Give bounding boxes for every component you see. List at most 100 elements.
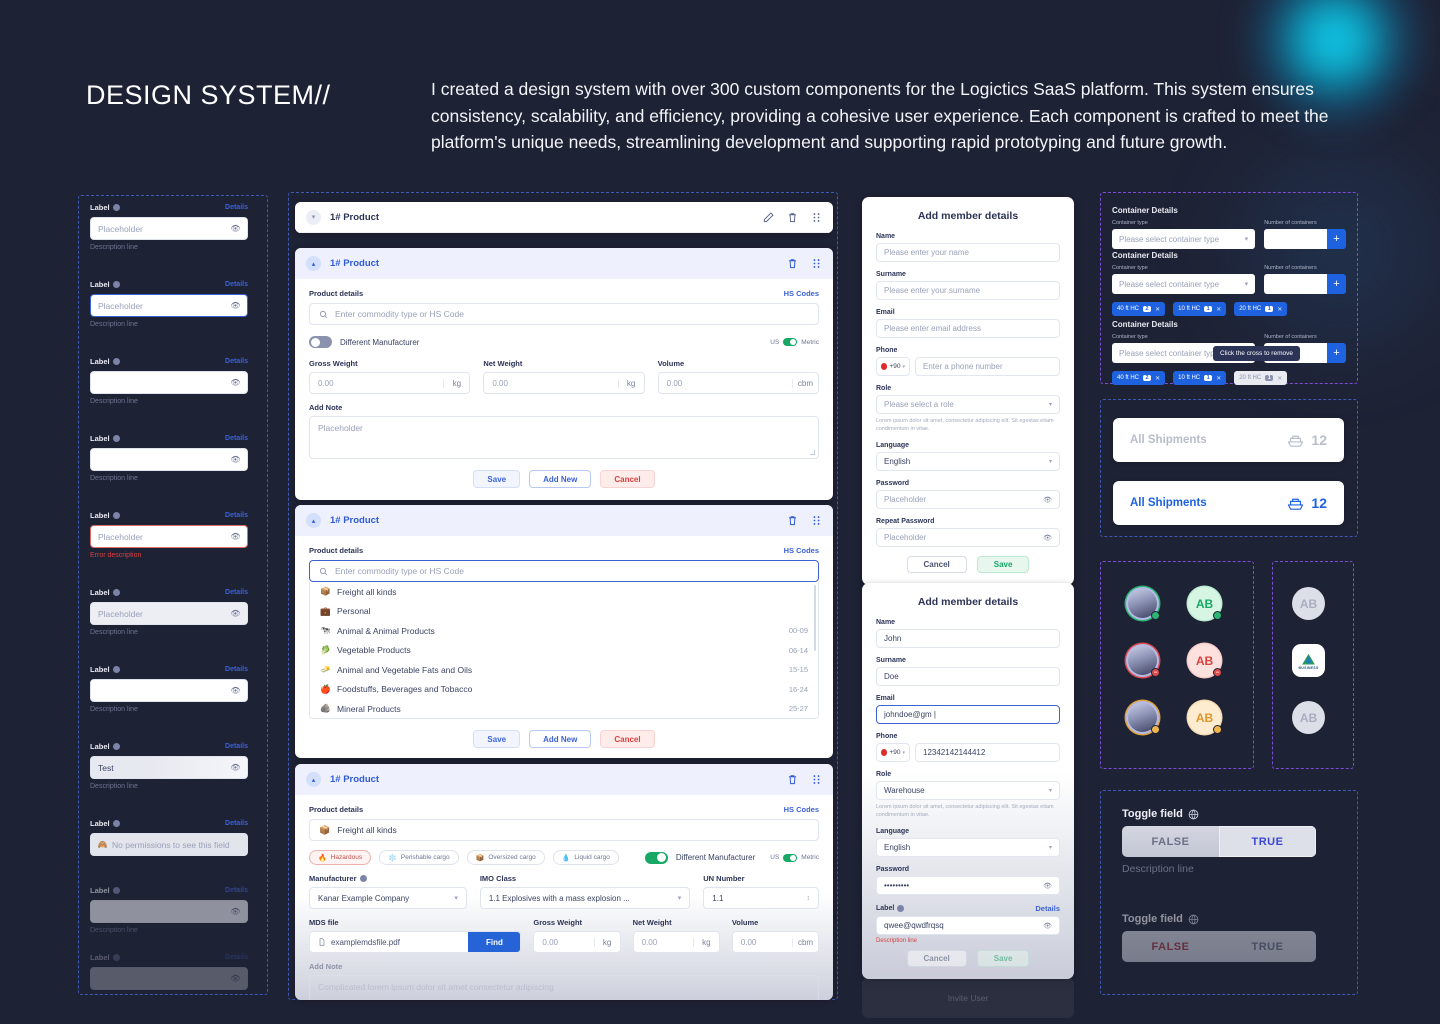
add-note-textarea[interactable]: Complicated lorem ipsum dolor sit amet c… [309, 975, 819, 1000]
different-manufacturer-toggle[interactable] [644, 851, 668, 864]
name-field[interactable]: John [876, 629, 1060, 648]
cancel-button[interactable]: Cancel [906, 950, 967, 967]
save-button[interactable]: Save [473, 730, 521, 748]
eye-icon[interactable]: 👁 [1043, 882, 1052, 890]
text-field[interactable]: Placeholder 👁 [90, 525, 248, 548]
add-note-textarea[interactable]: Placeholder [309, 416, 819, 459]
stepper-icon[interactable]: ↕ [807, 895, 811, 902]
close-icon[interactable]: ✕ [1155, 375, 1160, 382]
password-field[interactable]: Placeholder 👁 [876, 490, 1060, 509]
field-details-link[interactable]: Details [225, 435, 248, 442]
eye-icon[interactable]: 👁 [1043, 922, 1052, 930]
hs-codes-link[interactable]: HS Codes [784, 546, 819, 555]
add-new-button[interactable]: Add New [529, 730, 592, 748]
close-icon[interactable]: ✕ [1216, 306, 1221, 313]
surname-field[interactable]: Please enter your surname [876, 281, 1060, 300]
product-card-dropdown-open[interactable]: ▴ 1# Product Product details HS Codes En… [295, 505, 833, 758]
text-field[interactable]: 👁 [90, 448, 248, 471]
surname-field[interactable]: Doe [876, 667, 1060, 686]
invite-user-card[interactable]: Invite User [862, 978, 1074, 1018]
field-details-link[interactable]: Details [225, 358, 248, 365]
avatar-initials-plain[interactable]: AB [1292, 587, 1325, 620]
eye-icon[interactable]: 👁 [230, 974, 240, 983]
language-select[interactable]: English ▾ [876, 838, 1060, 857]
unit-system-toggle[interactable]: US Metric [770, 853, 819, 862]
product-card-filled[interactable]: ▴ 1# Product Product details HS Codes 📦 … [295, 764, 833, 1000]
toggle-true-button[interactable]: TRUE [1219, 826, 1316, 857]
avatar-initials[interactable]: AB [1188, 701, 1222, 734]
avatar-photo[interactable]: − [1126, 644, 1160, 677]
field-details-link[interactable]: Details [225, 204, 248, 211]
product-card-collapsed[interactable]: ▾ 1# Product [295, 202, 833, 233]
drag-handle-icon[interactable] [811, 258, 822, 269]
chevron-down-icon[interactable]: ▾ [306, 209, 321, 225]
eye-icon[interactable]: 👁 [230, 763, 240, 772]
edit-icon[interactable] [763, 211, 774, 223]
repeat-password-field[interactable]: Placeholder 👁 [876, 528, 1060, 547]
add-container-button[interactable]: + [1327, 343, 1346, 363]
dropdown-item[interactable]: 🧈 Animal and Vegetable Fats and Oils 15-15 [310, 660, 818, 680]
toggle-button-group[interactable]: FALSE TRUE [1122, 931, 1316, 962]
text-field[interactable]: Placeholder 👁 [90, 602, 248, 625]
product-card-expanded[interactable]: ▴ 1# Product Product details HS Codes En… [295, 248, 833, 500]
gross-weight-input[interactable]: 0.00 kg [309, 372, 471, 394]
cancel-button[interactable]: Cancel [600, 470, 655, 488]
chevron-up-icon[interactable]: ▴ [306, 772, 321, 787]
email-field[interactable]: Please enter email address [876, 319, 1060, 338]
country-code-select[interactable]: +90 ▾ [876, 357, 910, 376]
drag-handle-icon[interactable] [811, 774, 822, 785]
save-button[interactable]: Save [473, 470, 521, 488]
close-icon[interactable]: ✕ [1277, 375, 1282, 382]
find-button[interactable]: Find [468, 932, 521, 952]
container-tag[interactable]: 40 ft HC 2 ✕ [1112, 371, 1166, 385]
cargo-tag[interactable]: 🔥 Hazardous [309, 850, 372, 865]
field-details-link[interactable]: Details [225, 820, 248, 827]
eye-icon[interactable]: 👁 [1043, 496, 1052, 504]
avatar-initials-plain[interactable]: AB [1292, 701, 1325, 734]
imo-class-select[interactable]: 1.1 Explosives with a mass explosion ...… [479, 887, 691, 909]
avatar-business-logo[interactable]: BUSINESS [1292, 644, 1325, 677]
dropdown-item[interactable]: 🥬 Vegetable Products 06-14 [310, 641, 818, 661]
commodity-search-input[interactable]: Enter commodity type or HS Code [309, 303, 819, 325]
unit-switch[interactable] [783, 853, 798, 862]
eye-icon[interactable]: 👁 [230, 532, 240, 541]
drag-handle-icon[interactable] [811, 515, 822, 526]
all-shipments-card[interactable]: All Shipments 12 [1113, 418, 1344, 462]
container-number-input[interactable] [1264, 229, 1327, 249]
eye-icon[interactable]: 👁 [230, 455, 240, 464]
field-details-link[interactable]: Details [225, 512, 248, 519]
eye-icon[interactable]: 👁 [1043, 534, 1052, 542]
product-card-header[interactable]: ▴ 1# Product [295, 764, 833, 795]
product-card-header[interactable]: ▾ 1# Product [295, 202, 833, 233]
volume-input[interactable]: 0.00 cbm [731, 931, 820, 953]
language-select[interactable]: English ▾ [876, 452, 1060, 471]
role-select[interactable]: Please select a role ▾ [876, 395, 1060, 414]
dropdown-item[interactable]: 🪨 Mineral Products 25-27 [310, 699, 818, 718]
dropdown-item[interactable]: 🐄 Animal & Animal Products 00-09 [310, 621, 818, 641]
mds-file-input[interactable]: examplemdsfile.pdf Find [309, 931, 522, 953]
container-tag[interactable]: 20 ft HC 1 ✕ [1234, 371, 1288, 385]
product-card-header[interactable]: ▴ 1# Product [295, 248, 833, 279]
container-tag[interactable]: 40 ft HC 2 ✕ [1112, 302, 1166, 316]
name-field[interactable]: Please enter your name [876, 243, 1060, 262]
text-field[interactable]: Test 👁 [90, 756, 248, 779]
toggle-button-group[interactable]: FALSE TRUE [1122, 826, 1316, 857]
cargo-tag[interactable]: 💧 Liquid cargo [552, 850, 619, 865]
extra-field[interactable]: qwee@qwdfrqsq 👁 [876, 916, 1060, 935]
commodity-dropdown-list[interactable]: 📦 Freight all kinds 💼 Personal 🐄 Animal & Ani… [309, 582, 819, 719]
field-details-link[interactable]: Details [225, 281, 248, 288]
container-number-input[interactable] [1264, 274, 1327, 294]
text-field[interactable]: Placeholder 👁 [90, 294, 248, 317]
unit-system-toggle[interactable]: US Metric [770, 338, 819, 346]
different-manufacturer-toggle[interactable] [309, 336, 332, 348]
container-tag[interactable]: 20 ft HC 1 ✕ [1234, 302, 1288, 316]
country-code-select[interactable]: +90 ▾ [876, 743, 910, 762]
trash-icon[interactable] [787, 515, 798, 526]
manufacturer-select[interactable]: Kanar Example Company ▾ [309, 887, 467, 909]
field-details-link[interactable]: Details [225, 887, 248, 894]
eye-icon[interactable]: 👁 [230, 378, 240, 387]
add-new-button[interactable]: Add New [529, 470, 592, 488]
text-field[interactable]: Placeholder 👁 [90, 217, 248, 240]
product-card-header[interactable]: ▴ 1# Product [295, 505, 833, 536]
hs-codes-link[interactable]: HS Codes [784, 805, 819, 814]
